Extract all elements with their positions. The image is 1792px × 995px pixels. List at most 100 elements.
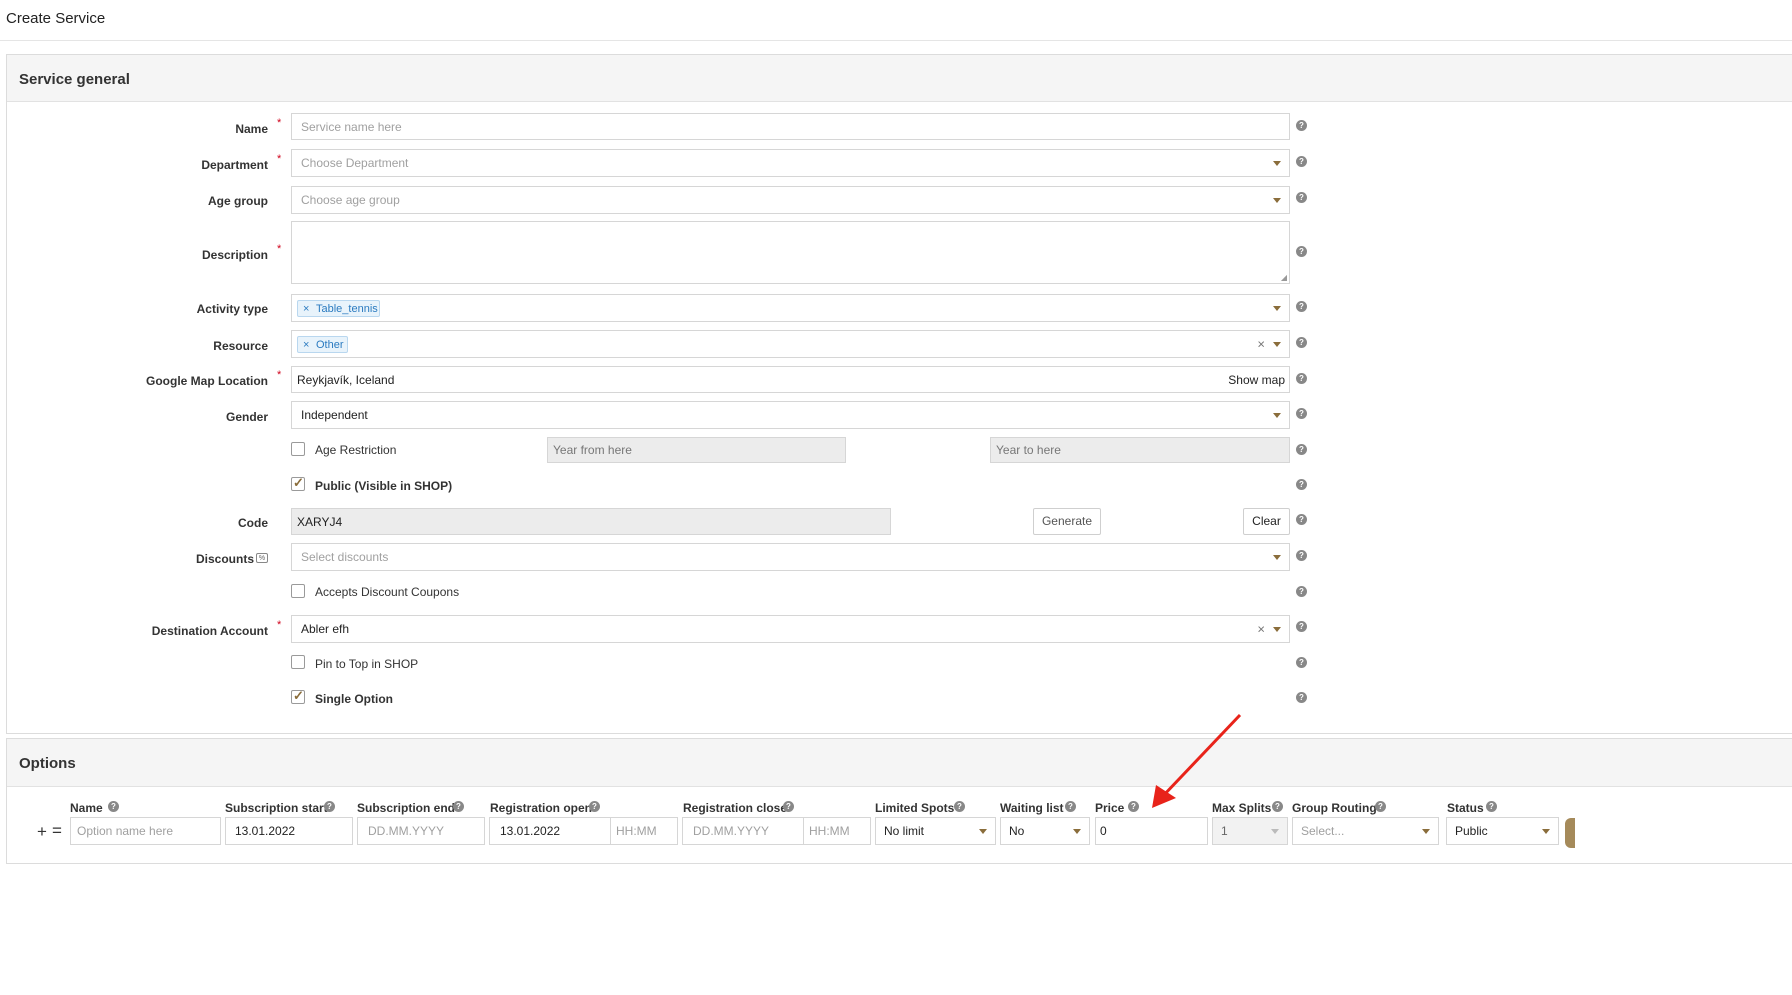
generate-button[interactable]: Generate	[1033, 508, 1101, 535]
accepts-coupons-checkbox[interactable]	[291, 584, 305, 598]
help-icon[interactable]: ?	[1296, 337, 1307, 348]
registration-open-time-input[interactable]: HH:MM	[610, 817, 678, 845]
help-icon[interactable]: ?	[783, 801, 794, 812]
placeholder: Service name here	[301, 119, 402, 134]
help-icon[interactable]: ?	[1296, 373, 1307, 384]
registration-open-date-input[interactable]: 13.01.2022	[489, 817, 611, 845]
chevron-down-icon	[1273, 555, 1281, 560]
panel-header: Service general	[7, 55, 1792, 102]
service-name-input[interactable]: Service name here	[291, 113, 1290, 140]
clear-icon[interactable]: ×	[1257, 337, 1265, 352]
resize-handle-icon[interactable]: ◢	[1281, 273, 1287, 282]
chevron-down-icon	[1273, 161, 1281, 166]
max-splits-select[interactable]: 1	[1212, 817, 1288, 845]
year-from-input[interactable]: Year from here	[547, 437, 846, 463]
destination-account-label: Destination Account	[151, 624, 268, 638]
clear-button[interactable]: Clear	[1243, 508, 1290, 535]
discounts-select[interactable]: Select discounts	[291, 543, 1290, 571]
col-group-routing: Group Routing	[1292, 801, 1377, 815]
subscription-start-input[interactable]: 13.01.2022	[225, 817, 353, 845]
group-routing-select[interactable]: Select...	[1292, 817, 1439, 845]
age-group-select[interactable]: Choose age group	[291, 186, 1290, 214]
clear-icon[interactable]: ×	[1257, 622, 1265, 637]
registration-close-time-input[interactable]: HH:MM	[803, 817, 871, 845]
registration-close-date-input[interactable]: DD.MM.YYYY	[682, 817, 804, 845]
help-icon[interactable]: ?	[108, 801, 119, 812]
close-icon[interactable]: ×	[303, 301, 309, 318]
chevron-down-icon	[1273, 342, 1281, 347]
location-input[interactable]: Reykjavík, Iceland Show map	[291, 366, 1290, 393]
code-input: XARYJ4	[291, 508, 891, 535]
panel-title: Options	[19, 755, 76, 772]
destination-account-select[interactable]: Abler efh ×	[291, 615, 1290, 643]
limited-spots-select[interactable]: No limit	[875, 817, 996, 845]
location-value: Reykjavík, Iceland	[297, 372, 395, 387]
close-icon[interactable]: ×	[303, 337, 309, 354]
check-icon: ✓	[293, 475, 304, 490]
help-icon[interactable]: ?	[1375, 801, 1386, 812]
page-title: Create Service	[6, 10, 106, 27]
subscription-end-input[interactable]: DD.MM.YYYY	[357, 817, 485, 845]
chevron-down-icon	[1273, 306, 1281, 311]
required-marker: *	[277, 369, 282, 381]
help-icon[interactable]: ?	[1296, 192, 1307, 203]
help-icon[interactable]: ?	[1272, 801, 1283, 812]
help-icon[interactable]: ?	[1296, 479, 1307, 490]
price-input[interactable]: 0	[1095, 817, 1208, 845]
help-icon[interactable]: ?	[1128, 801, 1139, 812]
help-icon[interactable]: ?	[1296, 550, 1307, 561]
year-to-input[interactable]: Year to here	[990, 437, 1290, 463]
option-name-input[interactable]: Option name here	[70, 817, 221, 845]
help-icon[interactable]: ?	[1296, 586, 1307, 597]
show-map-link[interactable]: Show map	[1228, 373, 1285, 387]
help-icon[interactable]: ?	[1296, 120, 1307, 131]
help-icon[interactable]: ?	[1486, 801, 1497, 812]
help-icon[interactable]: ?	[1065, 801, 1076, 812]
help-icon[interactable]: ?	[1296, 246, 1307, 257]
help-icon[interactable]: ?	[589, 801, 600, 812]
gender-value: Independent	[301, 408, 368, 422]
gender-label: Gender	[225, 410, 268, 424]
help-icon[interactable]: ?	[1296, 301, 1307, 312]
code-label: Code	[238, 516, 268, 530]
gender-select[interactable]: Independent	[291, 401, 1290, 429]
status-select[interactable]: Public	[1446, 817, 1559, 845]
help-icon[interactable]: ?	[1296, 621, 1307, 632]
help-icon[interactable]: ?	[1296, 692, 1307, 703]
activity-type-label: Activity type	[196, 302, 268, 316]
help-icon[interactable]: ?	[1296, 408, 1307, 419]
age-restriction-checkbox[interactable]	[291, 442, 305, 456]
pin-to-top-checkbox[interactable]	[291, 655, 305, 669]
help-icon[interactable]: ?	[954, 801, 965, 812]
activity-type-select[interactable]: × Table_tennis	[291, 294, 1290, 322]
age-group-label: Age group	[208, 194, 268, 208]
help-icon[interactable]: ?	[1296, 514, 1307, 525]
col-registration-close: Registration close	[683, 801, 788, 815]
col-limited-spots: Limited Spots	[875, 801, 955, 815]
waiting-list-select[interactable]: No	[1000, 817, 1090, 845]
single-option-label: Single Option	[315, 692, 393, 706]
help-icon[interactable]: ?	[453, 801, 464, 812]
tag-other[interactable]: × Other	[297, 336, 348, 353]
required-marker: *	[277, 243, 282, 255]
col-name: Name	[70, 801, 103, 815]
description-textarea[interactable]: ◢	[291, 221, 1290, 284]
help-icon[interactable]: ?	[324, 801, 335, 812]
drag-handle-icon[interactable]: =	[52, 821, 62, 841]
public-checkbox[interactable]: ✓	[291, 475, 305, 491]
floating-action-edge[interactable]	[1565, 818, 1575, 848]
required-marker: *	[277, 117, 282, 129]
description-label: Description	[201, 248, 268, 262]
tag-table-tennis[interactable]: × Table_tennis	[297, 300, 380, 317]
chevron-down-icon	[1542, 829, 1550, 834]
add-option-icon[interactable]: +	[37, 822, 47, 842]
department-select[interactable]: Choose Department	[291, 149, 1290, 177]
resource-select[interactable]: × Other ×	[291, 330, 1290, 358]
help-icon[interactable]: ?	[1296, 156, 1307, 167]
chevron-down-icon	[1273, 413, 1281, 418]
help-icon[interactable]: ?	[1296, 444, 1307, 455]
chevron-down-icon	[1073, 829, 1081, 834]
single-option-checkbox[interactable]: ✓	[291, 688, 305, 704]
help-icon[interactable]: ?	[1296, 657, 1307, 668]
department-label: Department	[201, 158, 268, 172]
